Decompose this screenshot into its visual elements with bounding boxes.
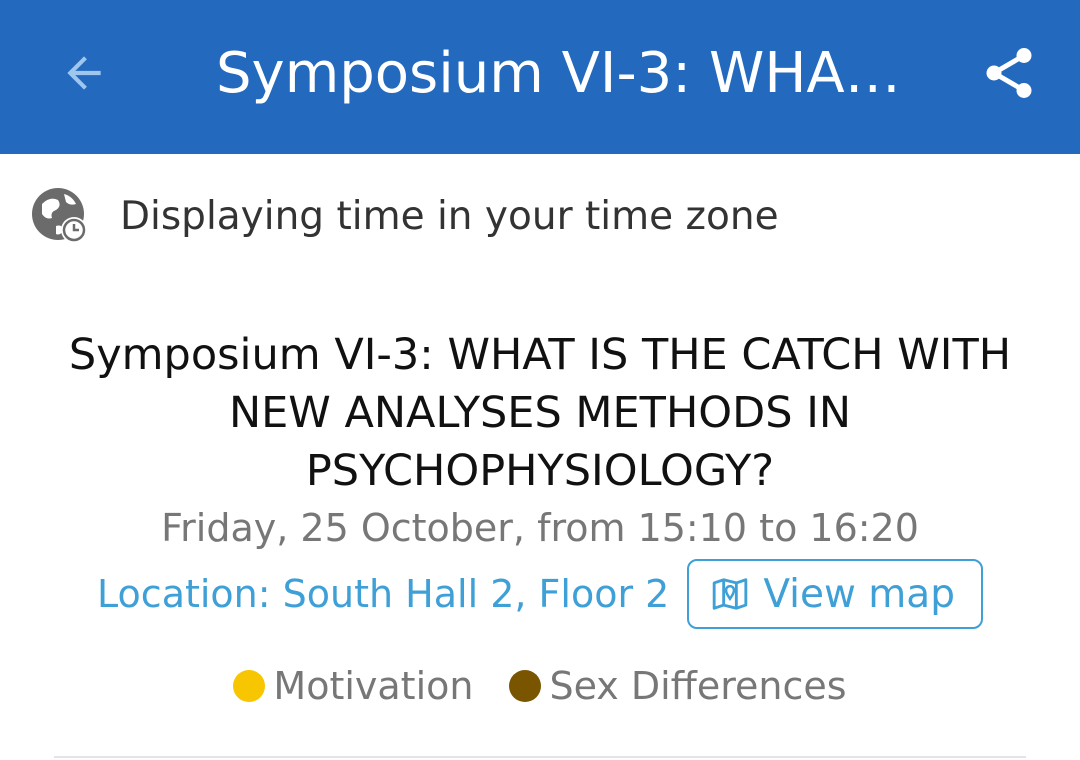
session-title: Symposium VI-3: WHAT IS THE CATCH WITH N… [68, 330, 1012, 496]
timezone-notice-text: Displaying time in your time zone [120, 193, 779, 239]
app-bar: Symposium VI-3: WHA… [0, 0, 1080, 154]
tag-label-motivation: Motivation [273, 664, 474, 708]
share-icon [986, 48, 1032, 98]
view-map-button[interactable]: View map [687, 559, 983, 629]
tag-motivation: Motivation [233, 664, 473, 708]
session-time: Friday, 25 October, from 15:10 to 16:20 [161, 506, 919, 550]
divider [54, 756, 1026, 758]
tag-dot-sex-differences [509, 670, 542, 702]
topic-tags: Motivation Sex Differences [0, 656, 1080, 716]
page-title: Symposium VI-3: WHA… [216, 41, 901, 106]
timezone-notice: Displaying time in your time zone [30, 186, 779, 246]
view-map-label: View map [763, 571, 955, 617]
session-location[interactable]: Location: South Hall 2, Floor 2 [97, 572, 669, 616]
tag-dot-motivation [233, 670, 266, 702]
arrow-left-icon [67, 56, 101, 90]
map-pin-icon [713, 578, 748, 610]
location-row: Location: South Hall 2, Floor 2 View map [0, 558, 1080, 630]
tag-label-sex-differences: Sex Differences [549, 664, 847, 708]
back-button[interactable] [54, 43, 114, 103]
tag-sex-differences: Sex Differences [509, 664, 847, 708]
globe-clock-icon [32, 188, 87, 243]
share-button[interactable] [974, 38, 1044, 108]
